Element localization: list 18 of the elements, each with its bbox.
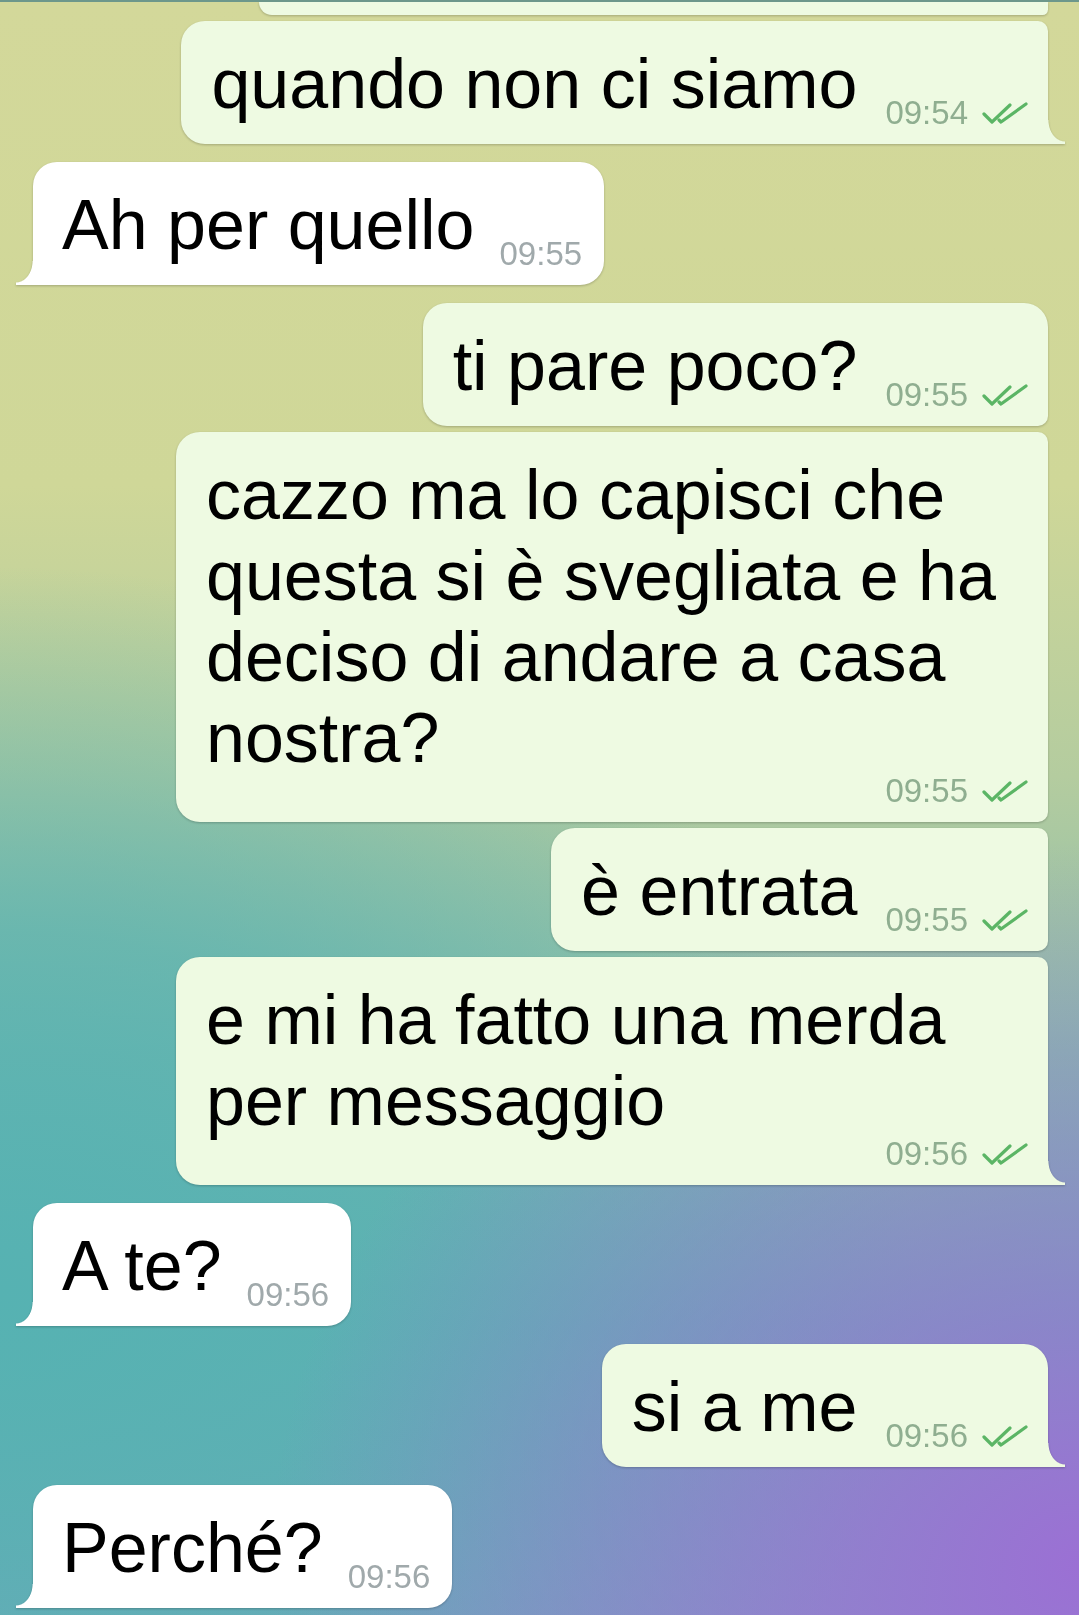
timestamp: 09:56: [347, 1565, 431, 1589]
timestamp: 09:55: [885, 383, 968, 407]
message-text: è entrata: [581, 851, 858, 932]
timestamp: 09:55: [499, 242, 583, 266]
timestamp: 09:54: [885, 101, 968, 125]
message-text: Ah per quello: [62, 185, 475, 266]
message-text: cazzo ma lo capisci che questa si è svegliata e ha deciso di andare a casa nostra?: [206, 455, 997, 779]
message-text: ti pare poco?: [452, 326, 858, 407]
timestamp: 09:56: [246, 1283, 330, 1307]
message-text: e mi ha fatto una merda per messaggio: [206, 980, 947, 1142]
timestamp: 09:55: [885, 908, 968, 932]
timestamp: 09:55: [885, 779, 968, 803]
message-text: quando non ci siamo: [211, 44, 858, 125]
timestamp: 09:56: [885, 1424, 968, 1448]
message-text: Perché?: [62, 1508, 323, 1589]
message-text: A te?: [62, 1226, 222, 1307]
message-text: si a me: [631, 1367, 858, 1448]
timestamp: 09:56: [885, 1142, 968, 1166]
